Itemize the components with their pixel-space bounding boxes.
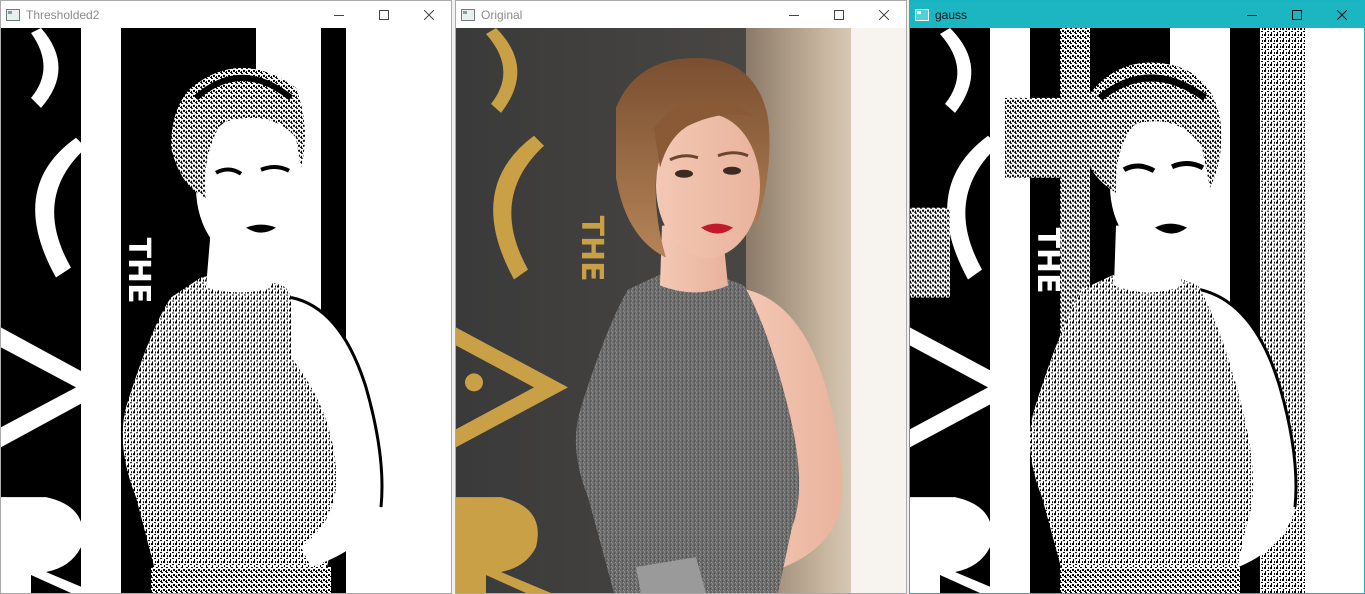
close-icon (1336, 9, 1347, 20)
window-original[interactable]: Original THE (455, 0, 907, 594)
minimize-icon (1246, 14, 1257, 16)
maximize-button[interactable] (361, 1, 406, 28)
titlebar[interactable]: Thresholded2 (1, 1, 451, 28)
minimize-button[interactable] (771, 1, 816, 28)
minimize-icon (333, 14, 344, 16)
window-thresholded2[interactable]: Thresholded2 THE (0, 0, 452, 594)
image-canvas[interactable]: THE (910, 28, 1364, 593)
close-button[interactable] (406, 1, 451, 28)
svg-text:THE: THE (121, 238, 156, 304)
close-icon (878, 9, 889, 20)
image-canvas[interactable]: THE (1, 28, 451, 593)
maximize-button[interactable] (816, 1, 861, 28)
svg-text:THE: THE (1030, 228, 1065, 294)
image-canvas[interactable]: THE (456, 28, 906, 593)
titlebar[interactable]: Original (456, 1, 906, 28)
gauss-image: THE (910, 28, 1364, 593)
original-photo: THE (456, 28, 906, 593)
window-gauss[interactable]: gauss THE (909, 0, 1365, 594)
app-icon (461, 8, 475, 21)
maximize-icon (833, 9, 844, 20)
minimize-icon (788, 14, 799, 16)
minimize-button[interactable] (1229, 1, 1274, 28)
window-title: Thresholded2 (26, 7, 100, 22)
svg-text:THE: THE (574, 216, 609, 282)
window-title: Original (481, 7, 523, 22)
close-button[interactable] (861, 1, 906, 28)
app-icon (915, 8, 929, 21)
window-title: gauss (935, 7, 968, 22)
maximize-button[interactable] (1274, 1, 1319, 28)
close-button[interactable] (1319, 1, 1364, 28)
titlebar[interactable]: gauss (910, 1, 1364, 28)
maximize-icon (378, 9, 389, 20)
app-icon (6, 8, 20, 21)
maximize-icon (1291, 9, 1302, 20)
minimize-button[interactable] (316, 1, 361, 28)
thresholded-image: THE (1, 28, 451, 593)
close-icon (423, 9, 434, 20)
